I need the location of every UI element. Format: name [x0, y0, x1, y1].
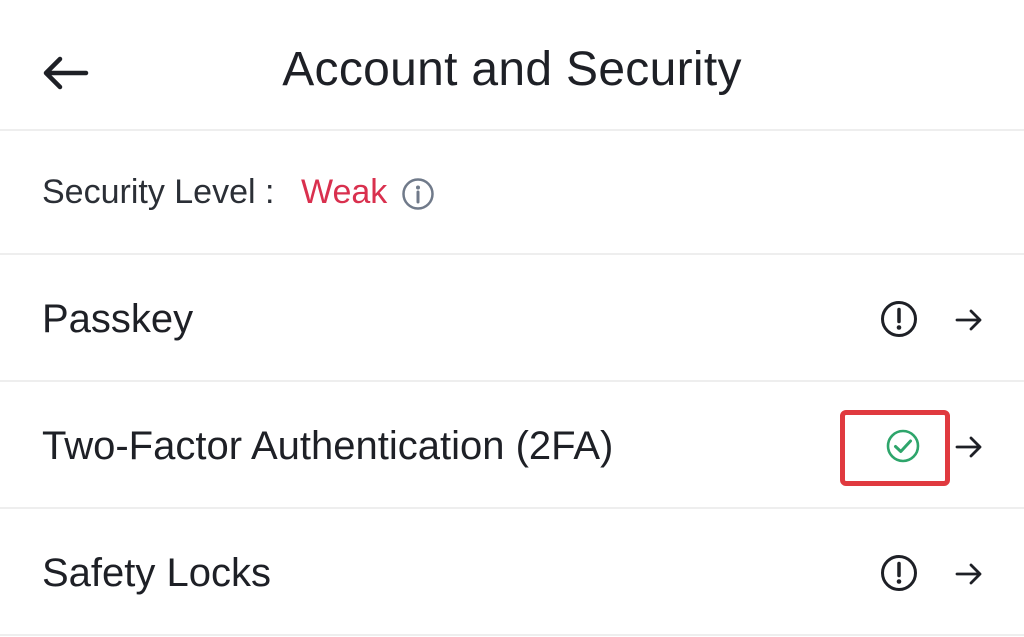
- menu-item-label: Safety Locks: [42, 551, 272, 595]
- arrow-right-icon: [955, 563, 982, 585]
- page-title: Account and Security: [282, 43, 742, 96]
- info-icon[interactable]: [401, 177, 435, 211]
- security-level-label: Security Level :: [42, 173, 275, 211]
- exclamation-circle-icon: [881, 301, 917, 337]
- menu-item-2fa[interactable]: Two-Factor Authentication (2FA): [0, 382, 1024, 509]
- arrow-right-icon: [955, 309, 982, 331]
- check-circle-icon: [886, 429, 920, 463]
- header: Account and Security: [0, 0, 1024, 131]
- menu-item-safety-locks[interactable]: Safety Locks: [0, 509, 1024, 636]
- menu-item-passkey[interactable]: Passkey: [0, 255, 1024, 382]
- account-security-screen: Account and Security Security Level : We…: [0, 0, 1024, 637]
- exclamation-circle-icon: [881, 555, 917, 591]
- arrow-right-icon: [955, 436, 982, 458]
- security-level-value: Weak: [301, 173, 388, 211]
- security-level-row: Security Level : Weak: [0, 131, 1024, 255]
- menu-item-label: Passkey: [42, 297, 194, 341]
- menu-item-label: Two-Factor Authentication (2FA): [42, 424, 614, 468]
